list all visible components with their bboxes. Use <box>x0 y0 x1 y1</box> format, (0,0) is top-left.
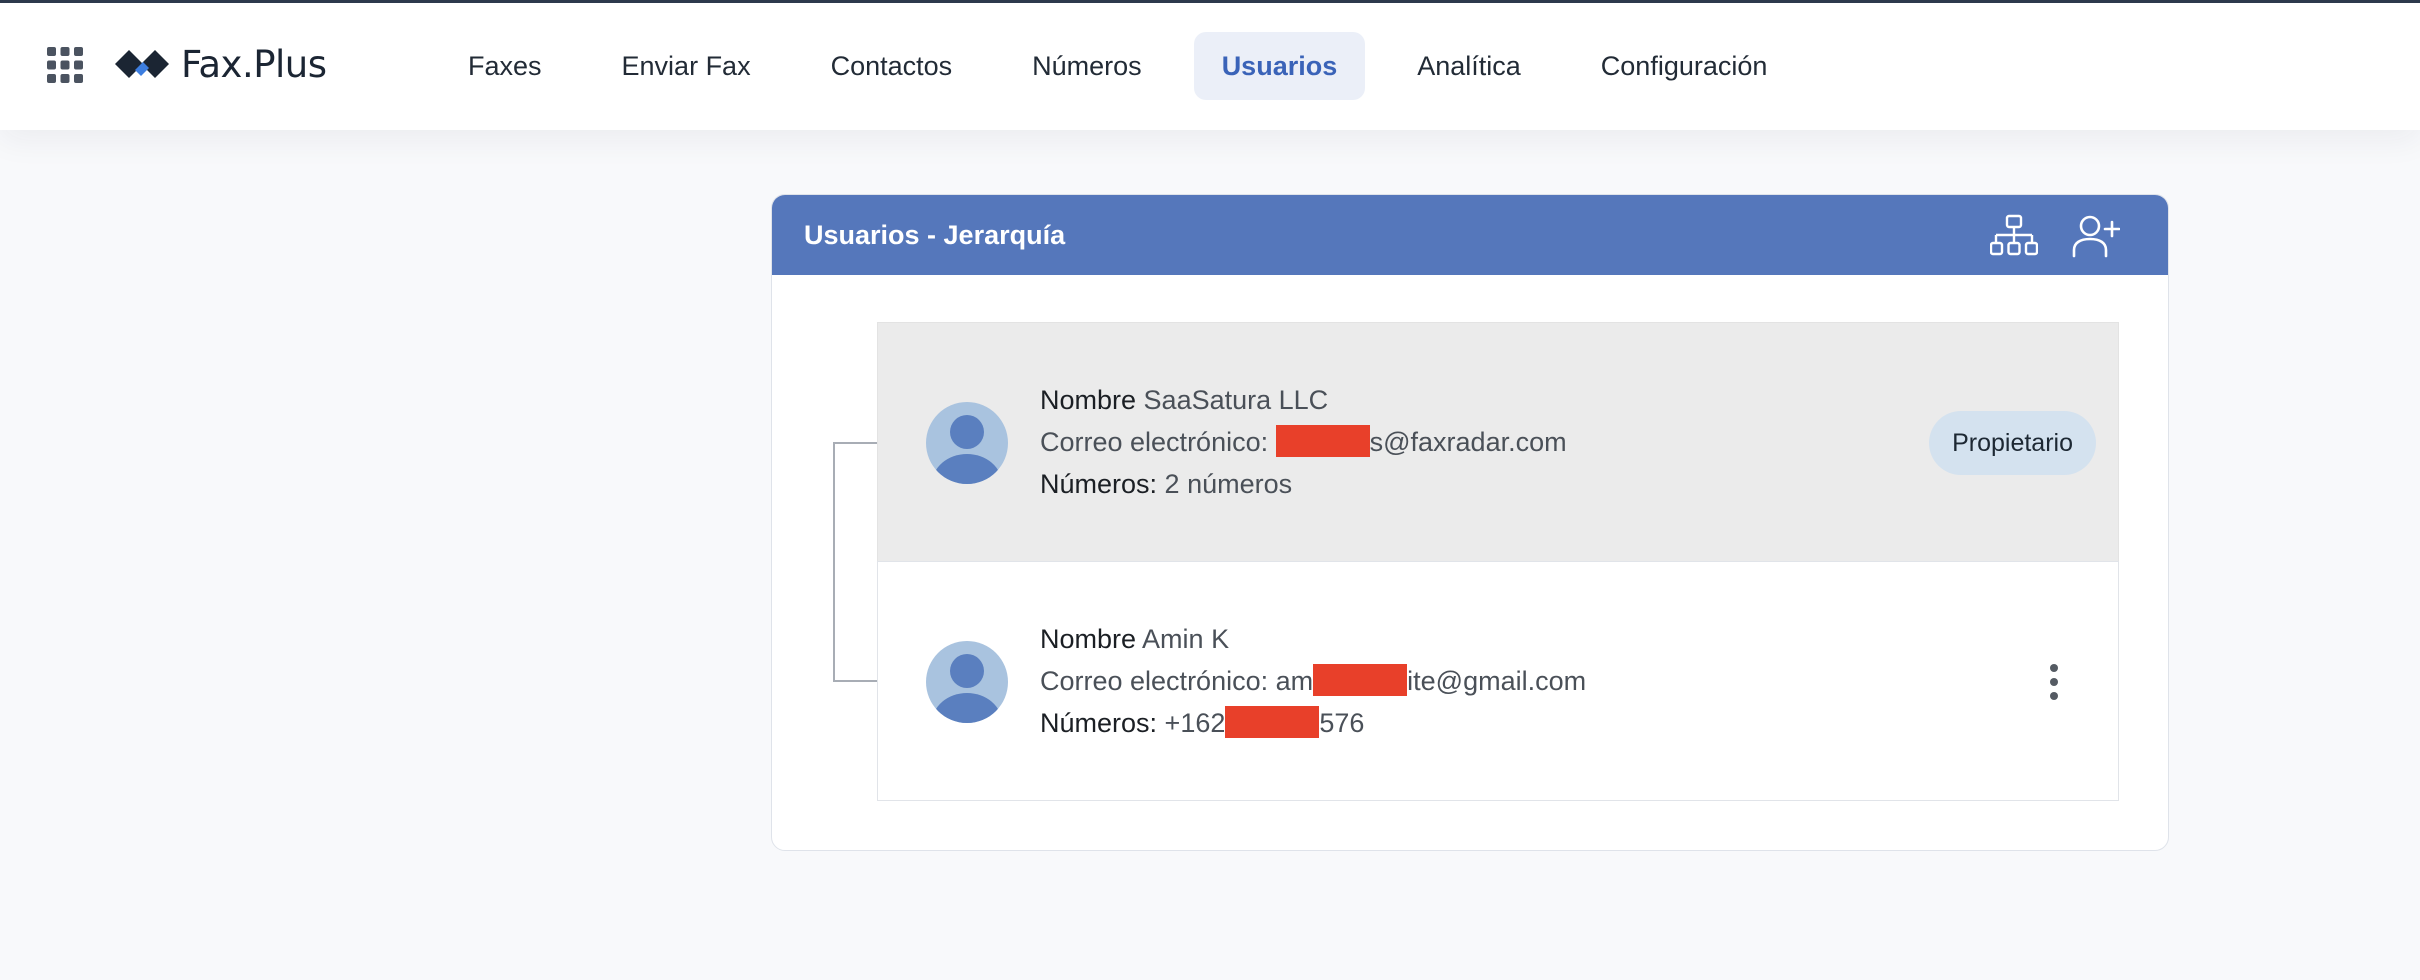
user-name: SaaSatura LLC <box>1143 385 1329 415</box>
user-email-row: Correo electrónico: s@faxradar.com <box>1040 421 1567 463</box>
hierarchy-icon[interactable] <box>1990 213 2038 259</box>
email-suffix: ite@gmail.com <box>1407 666 1587 696</box>
avatar-icon <box>926 641 1008 723</box>
user-name-row: Nombre SaaSatura LLC <box>1040 379 1567 421</box>
user-name-row: Nombre Amin K <box>1040 618 1586 660</box>
top-navbar: Fax.Plus Faxes Enviar Fax Contactos Núme… <box>0 3 2420 130</box>
user-card-member[interactable]: Nombre Amin K Correo electrónico: am ite@… <box>877 561 2119 801</box>
user-numbers-row: Números: +162 576 <box>1040 702 1586 744</box>
email-label: Correo electrónico: <box>1040 666 1269 696</box>
hierarchy-connector <box>833 442 878 682</box>
nav-enviar-fax[interactable]: Enviar Fax <box>594 32 779 100</box>
user-info: Nombre Amin K Correo electrónico: am ite@… <box>1040 618 1586 744</box>
user-info: Nombre SaaSatura LLC Correo electrónico:… <box>1040 379 1567 505</box>
avatar-icon <box>926 402 1008 484</box>
add-user-icon[interactable] <box>2072 213 2120 259</box>
email-suffix: s@faxradar.com <box>1369 427 1567 457</box>
numbers-prefix: +162 <box>1164 708 1226 738</box>
redaction-box <box>1275 425 1370 457</box>
nav-faxes[interactable]: Faxes <box>440 32 570 100</box>
fax-plus-logo-icon <box>115 50 169 78</box>
apps-grid-icon[interactable] <box>47 47 83 83</box>
redaction-box <box>1225 706 1320 738</box>
redaction-box <box>1313 664 1408 696</box>
nav-usuarios[interactable]: Usuarios <box>1193 32 1366 100</box>
nav-numeros[interactable]: Números <box>1004 32 1170 100</box>
nav-contactos[interactable]: Contactos <box>803 32 981 100</box>
main-nav: Faxes Enviar Fax Contactos Números Usuar… <box>440 31 1819 101</box>
user-name: Amin K <box>1142 624 1230 654</box>
nav-configuracion[interactable]: Configuración <box>1573 32 1796 100</box>
owner-badge: Propietario <box>1929 411 2096 475</box>
numbers-label: Números: <box>1040 469 1158 499</box>
panel-header: Usuarios - Jerarquía <box>772 195 2168 275</box>
more-options-icon[interactable] <box>2042 660 2066 704</box>
logo-text: Fax.Plus <box>181 42 327 86</box>
email-label: Correo electrónico: <box>1040 427 1269 457</box>
nav-analitica[interactable]: Analítica <box>1389 32 1549 100</box>
name-label: Nombre <box>1040 385 1137 415</box>
numbers-suffix: 576 <box>1319 708 1365 738</box>
user-email-row: Correo electrónico: am ite@gmail.com <box>1040 660 1586 702</box>
numbers-value: 2 números <box>1164 469 1293 499</box>
numbers-label: Números: <box>1040 708 1158 738</box>
user-card-owner[interactable]: Nombre SaaSatura LLC Correo electrónico:… <box>877 322 2119 564</box>
fax-plus-logo[interactable]: Fax.Plus <box>113 39 327 89</box>
panel-title: Usuarios - Jerarquía <box>804 219 1066 250</box>
name-label: Nombre <box>1040 624 1137 654</box>
user-numbers-row: Números: 2 números <box>1040 463 1567 505</box>
email-prefix: am <box>1275 666 1314 696</box>
